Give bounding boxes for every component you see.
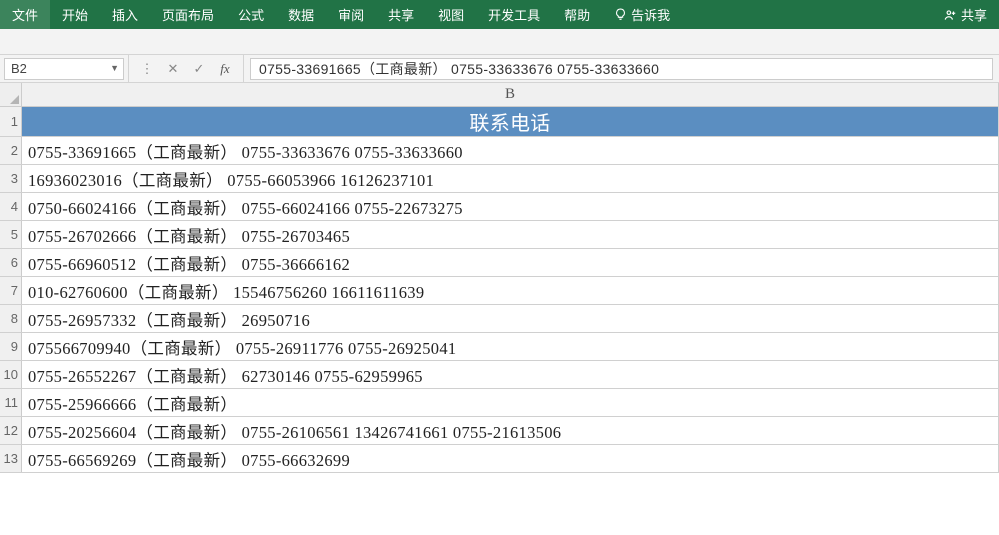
cell[interactable]: 075566709940（工商最新） 0755-26911776 0755-26… — [22, 333, 999, 360]
chevron-down-icon: ▼ — [110, 63, 119, 73]
spreadsheet-grid[interactable]: B 1 联系电话 2 0755-33691665（工商最新） 0755-3363… — [0, 83, 999, 473]
tab-view[interactable]: 视图 — [426, 0, 476, 29]
cell[interactable]: 0750-66024166（工商最新） 0755-66024166 0755-2… — [22, 193, 999, 220]
cell[interactable]: 010-62760600（工商最新） 15546756260 166116116… — [22, 277, 999, 304]
formula-input[interactable]: 0755-33691665（工商最新） 0755-33633676 0755-3… — [250, 58, 993, 80]
table-row: 5 0755-26702666（工商最新） 0755-26703465 — [0, 221, 999, 249]
header-cell[interactable]: 联系电话 — [22, 107, 999, 136]
tab-share-menu[interactable]: 共享 — [376, 0, 426, 29]
cell[interactable]: 0755-25966666（工商最新） — [22, 389, 999, 416]
tab-developer[interactable]: 开发工具 — [476, 0, 552, 29]
table-row: 2 0755-33691665（工商最新） 0755-33633676 0755… — [0, 137, 999, 165]
row-header[interactable]: 4 — [0, 193, 22, 220]
formula-bar: B2 ▼ ⋮ ✕ ✓ fx 0755-33691665（工商最新） 0755-3… — [0, 55, 999, 83]
table-row: 7 010-62760600（工商最新） 15546756260 1661161… — [0, 277, 999, 305]
share-person-icon — [943, 8, 957, 22]
share-label: 共享 — [961, 5, 987, 24]
column-header-b[interactable]: B — [22, 83, 999, 106]
column-header-row: B — [0, 83, 999, 107]
tab-insert[interactable]: 插入 — [100, 0, 150, 29]
table-row: 1 联系电话 — [0, 107, 999, 137]
table-row: 4 0750-66024166（工商最新） 0755-66024166 0755… — [0, 193, 999, 221]
lightbulb-icon — [614, 8, 627, 21]
tab-page-layout[interactable]: 页面布局 — [150, 0, 226, 29]
tell-me-label: 告诉我 — [631, 5, 670, 24]
cancel-x-icon[interactable]: ✕ — [161, 58, 185, 80]
share-button[interactable]: 共享 — [931, 0, 999, 29]
cell[interactable]: 16936023016（工商最新） 0755-66053966 16126237… — [22, 165, 999, 192]
cell[interactable]: 0755-33691665（工商最新） 0755-33633676 0755-3… — [22, 137, 999, 164]
tab-home[interactable]: 开始 — [50, 0, 100, 29]
row-header[interactable]: 8 — [0, 305, 22, 332]
table-row: 12 0755-20256604（工商最新） 0755-26106561 134… — [0, 417, 999, 445]
row-header[interactable]: 13 — [0, 445, 22, 472]
row-header[interactable]: 10 — [0, 361, 22, 388]
formula-bar-buttons: ⋮ ✕ ✓ fx — [128, 55, 244, 82]
select-all-corner[interactable] — [0, 83, 22, 106]
table-row: 6 0755-66960512（工商最新） 0755-36666162 — [0, 249, 999, 277]
cell[interactable]: 0755-26552267（工商最新） 62730146 0755-629599… — [22, 361, 999, 388]
tab-review[interactable]: 审阅 — [326, 0, 376, 29]
cell[interactable]: 0755-66960512（工商最新） 0755-36666162 — [22, 249, 999, 276]
ribbon: 文件 开始 插入 页面布局 公式 数据 审阅 共享 视图 开发工具 帮助 告诉我… — [0, 0, 999, 29]
table-row: 8 0755-26957332（工商最新） 26950716 — [0, 305, 999, 333]
table-row: 10 0755-26552267（工商最新） 62730146 0755-629… — [0, 361, 999, 389]
formula-value: 0755-33691665（工商最新） 0755-33633676 0755-3… — [259, 59, 659, 79]
row-header[interactable]: 1 — [0, 107, 22, 136]
tell-me[interactable]: 告诉我 — [602, 0, 682, 29]
cell[interactable]: 0755-26702666（工商最新） 0755-26703465 — [22, 221, 999, 248]
fx-icon[interactable]: fx — [213, 58, 237, 80]
cell[interactable]: 0755-66569269（工商最新） 0755-66632699 — [22, 445, 999, 472]
dots-icon[interactable]: ⋮ — [135, 58, 159, 80]
cell[interactable]: 0755-20256604（工商最新） 0755-26106561 134267… — [22, 417, 999, 444]
table-row: 11 0755-25966666（工商最新） — [0, 389, 999, 417]
row-header[interactable]: 9 — [0, 333, 22, 360]
row-header[interactable]: 5 — [0, 221, 22, 248]
tab-data[interactable]: 数据 — [276, 0, 326, 29]
row-header[interactable]: 7 — [0, 277, 22, 304]
cell[interactable]: 0755-26957332（工商最新） 26950716 — [22, 305, 999, 332]
row-header[interactable]: 3 — [0, 165, 22, 192]
row-header[interactable]: 12 — [0, 417, 22, 444]
table-row: 3 16936023016（工商最新） 0755-66053966 161262… — [0, 165, 999, 193]
tab-file[interactable]: 文件 — [0, 0, 50, 29]
name-box[interactable]: B2 ▼ — [4, 58, 124, 80]
table-row: 13 0755-66569269（工商最新） 0755-66632699 — [0, 445, 999, 473]
name-box-value: B2 — [11, 61, 27, 76]
row-header[interactable]: 6 — [0, 249, 22, 276]
row-header[interactable]: 11 — [0, 389, 22, 416]
table-row: 9 075566709940（工商最新） 0755-26911776 0755-… — [0, 333, 999, 361]
tab-formulas[interactable]: 公式 — [226, 0, 276, 29]
row-header[interactable]: 2 — [0, 137, 22, 164]
tab-help[interactable]: 帮助 — [552, 0, 602, 29]
confirm-check-icon[interactable]: ✓ — [187, 58, 211, 80]
